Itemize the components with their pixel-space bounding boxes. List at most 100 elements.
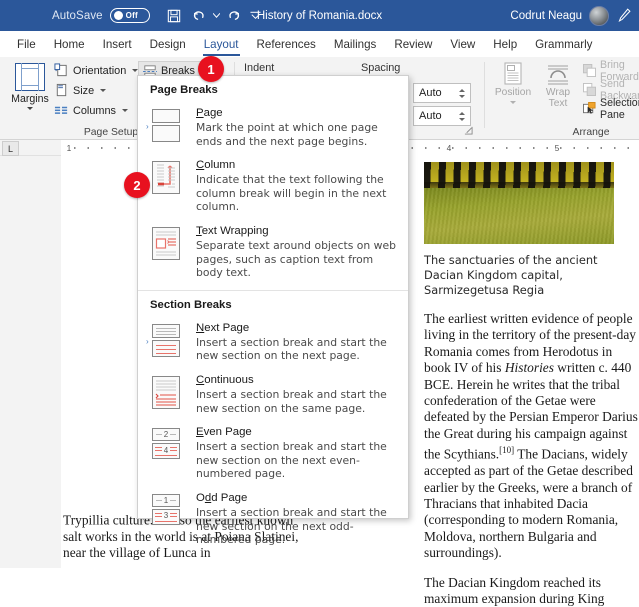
menu-item-page-break[interactable]: › Page Mark the point at which one page …	[138, 102, 408, 154]
position-chevron-down-icon[interactable]	[510, 101, 516, 104]
position-label: Position	[494, 87, 532, 98]
even-page-top-number: 2	[163, 430, 169, 440]
menu-item-page-title: Page	[196, 106, 398, 120]
section-breaks-header: Section Breaks	[150, 298, 232, 311]
pen-icon[interactable]	[616, 6, 633, 26]
menu-item-next-page-title: Next Page	[196, 321, 398, 335]
menu-item-next-page-section[interactable]: › Next Page Insert a section break and s…	[138, 317, 408, 369]
redo-icon[interactable]	[224, 5, 246, 27]
tab-stop-selector[interactable]: L	[2, 141, 19, 156]
undo-dropdown-chevron-icon[interactable]	[213, 5, 221, 27]
menu-item-odd-page-section[interactable]: 1 3 Odd Page Insert a section break and …	[138, 487, 408, 553]
image-caption: The sanctuaries of the ancient Dacian Ki…	[424, 253, 598, 297]
bring-forward-button[interactable]: Bring Forward	[583, 59, 639, 83]
page-left-gutter	[37, 156, 61, 568]
save-icon[interactable]	[163, 5, 185, 27]
menu-item-next-page-description: Insert a section break and start the new…	[196, 335, 387, 363]
title-rest: ext Page	[204, 321, 250, 334]
ruler-mark: 1	[66, 143, 72, 153]
avatar[interactable]	[589, 5, 609, 26]
document-paragraph-1: The earliest written evidence of people …	[424, 311, 639, 562]
orientation-button[interactable]: Orientation	[54, 61, 139, 80]
user-name[interactable]: Codrut Neagu	[510, 10, 582, 22]
size-button[interactable]: Size	[54, 81, 107, 100]
page-break-icon-bottom	[152, 125, 180, 142]
menu-item-text-wrapping-break[interactable]: Text Wrapping Separate text around objec…	[138, 220, 408, 286]
tab-review[interactable]: Review	[385, 31, 441, 57]
tab-grammarly[interactable]: Grammarly	[526, 31, 601, 57]
paragraph-1-italic-histories: Histories	[504, 360, 554, 376]
undo-icon[interactable]	[188, 5, 210, 27]
quick-access-toolbar: AutoSave Off	[0, 5, 262, 27]
margins-chevron-down-icon[interactable]	[27, 107, 33, 110]
menu-item-column-break[interactable]: Column Indicate that the text following …	[138, 154, 408, 220]
title-rest: ontinuous	[204, 373, 254, 386]
stepper-down-icon[interactable]	[459, 94, 465, 98]
spacing-after-value: Auto	[419, 110, 442, 122]
menu-item-even-page-section[interactable]: 2 4 Even Page Insert a section break and…	[138, 421, 408, 487]
spacing-after-steppers[interactable]	[456, 108, 468, 124]
title-rest: age	[203, 107, 223, 119]
breaks-dropdown-menu[interactable]: Page Breaks › Page Mark the point at whi…	[137, 75, 409, 546]
tab-view[interactable]: View	[441, 31, 484, 57]
odd-page-bottom-number: 3	[163, 511, 169, 521]
autosave-label: AutoSave	[52, 9, 103, 22]
wrap-text-button[interactable]: Wrap Text	[536, 61, 580, 109]
menu-item-odd-page-description: Insert a section break and start the new…	[196, 505, 387, 547]
tab-home[interactable]: Home	[45, 31, 94, 57]
even-page-section-icon: 2 4	[152, 425, 186, 481]
send-backward-button[interactable]: Send Backward	[583, 78, 639, 102]
size-icon	[56, 83, 67, 97]
menu-item-column-description: Indicate that the text following the col…	[196, 173, 387, 214]
spacing-after-input[interactable]: Auto	[413, 106, 471, 126]
margins-button[interactable]: Margins	[8, 61, 52, 119]
callout-2: 2	[124, 172, 150, 198]
selection-pane-button[interactable]: Selection Pane	[583, 97, 639, 121]
spacing-before-steppers[interactable]	[456, 85, 468, 101]
stepper-up-icon[interactable]	[459, 111, 465, 115]
columns-button[interactable]: Columns	[54, 101, 128, 120]
bring-forward-icon	[583, 63, 596, 77]
image-grass	[424, 188, 614, 244]
autosave-toggle[interactable]: Off	[109, 8, 150, 23]
continuous-section-icon	[152, 373, 186, 415]
menu-item-even-page-text: Even Page Insert a section break and sta…	[196, 425, 398, 481]
title-bar: AutoSave Off History of Romania.docx Cod	[0, 0, 639, 31]
tab-file[interactable]: File	[8, 31, 45, 57]
next-page-section-icon: ›	[146, 321, 186, 363]
odd-page-section-icon: 1 3	[152, 491, 186, 547]
tab-layout-label: Layout	[203, 37, 239, 51]
menu-item-odd-page-title: Odd Page	[196, 491, 248, 504]
paragraph-dialog-launcher[interactable]	[464, 126, 473, 137]
tab-help[interactable]: Help	[484, 31, 526, 57]
title-rest: d Page	[211, 491, 248, 504]
page-breaks-header: Page Breaks	[150, 84, 218, 96]
spacing-before-input[interactable]: Auto	[413, 83, 471, 103]
title-rest: olumn	[204, 159, 236, 172]
tab-file-label: File	[17, 37, 36, 51]
customize-quick-access-icon[interactable]	[249, 5, 262, 27]
tab-home-label: Home	[53, 37, 85, 51]
menu-item-text-wrapping-text: Text Wrapping Separate text around objec…	[196, 224, 398, 280]
menu-item-continuous-section[interactable]: Continuous Insert a section break and st…	[138, 369, 408, 421]
columns-chevron-down-icon[interactable]	[121, 109, 128, 112]
paragraph-1-ref-10: [10]	[499, 445, 515, 456]
tab-references[interactable]: References	[248, 31, 325, 57]
tab-review-label: Review	[394, 37, 433, 51]
autosave-toggle-knob	[113, 11, 123, 20]
tab-design-label: Design	[149, 37, 186, 51]
document-image-sarmizegetusa[interactable]	[424, 162, 614, 244]
tab-layout[interactable]: Layout	[195, 31, 248, 57]
stepper-down-icon[interactable]	[459, 117, 465, 121]
stepper-up-icon[interactable]	[459, 88, 465, 92]
tab-design[interactable]: Design	[141, 31, 195, 57]
tab-mailings[interactable]: Mailings	[325, 31, 386, 57]
menu-item-even-page-title: Even Page	[196, 425, 398, 439]
document-paragraph-2: The Dacian Kingdom reached its maximum e…	[424, 574, 605, 606]
size-chevron-down-icon[interactable]	[100, 89, 107, 92]
tab-insert[interactable]: Insert	[94, 31, 141, 57]
accel-key: E	[196, 426, 204, 439]
position-button[interactable]: Position	[491, 61, 535, 104]
text-wrapping-icon-page	[152, 226, 180, 260]
ribbon-group-arrange: Position Wrap Text Bring Forward Send Ba…	[486, 57, 639, 140]
